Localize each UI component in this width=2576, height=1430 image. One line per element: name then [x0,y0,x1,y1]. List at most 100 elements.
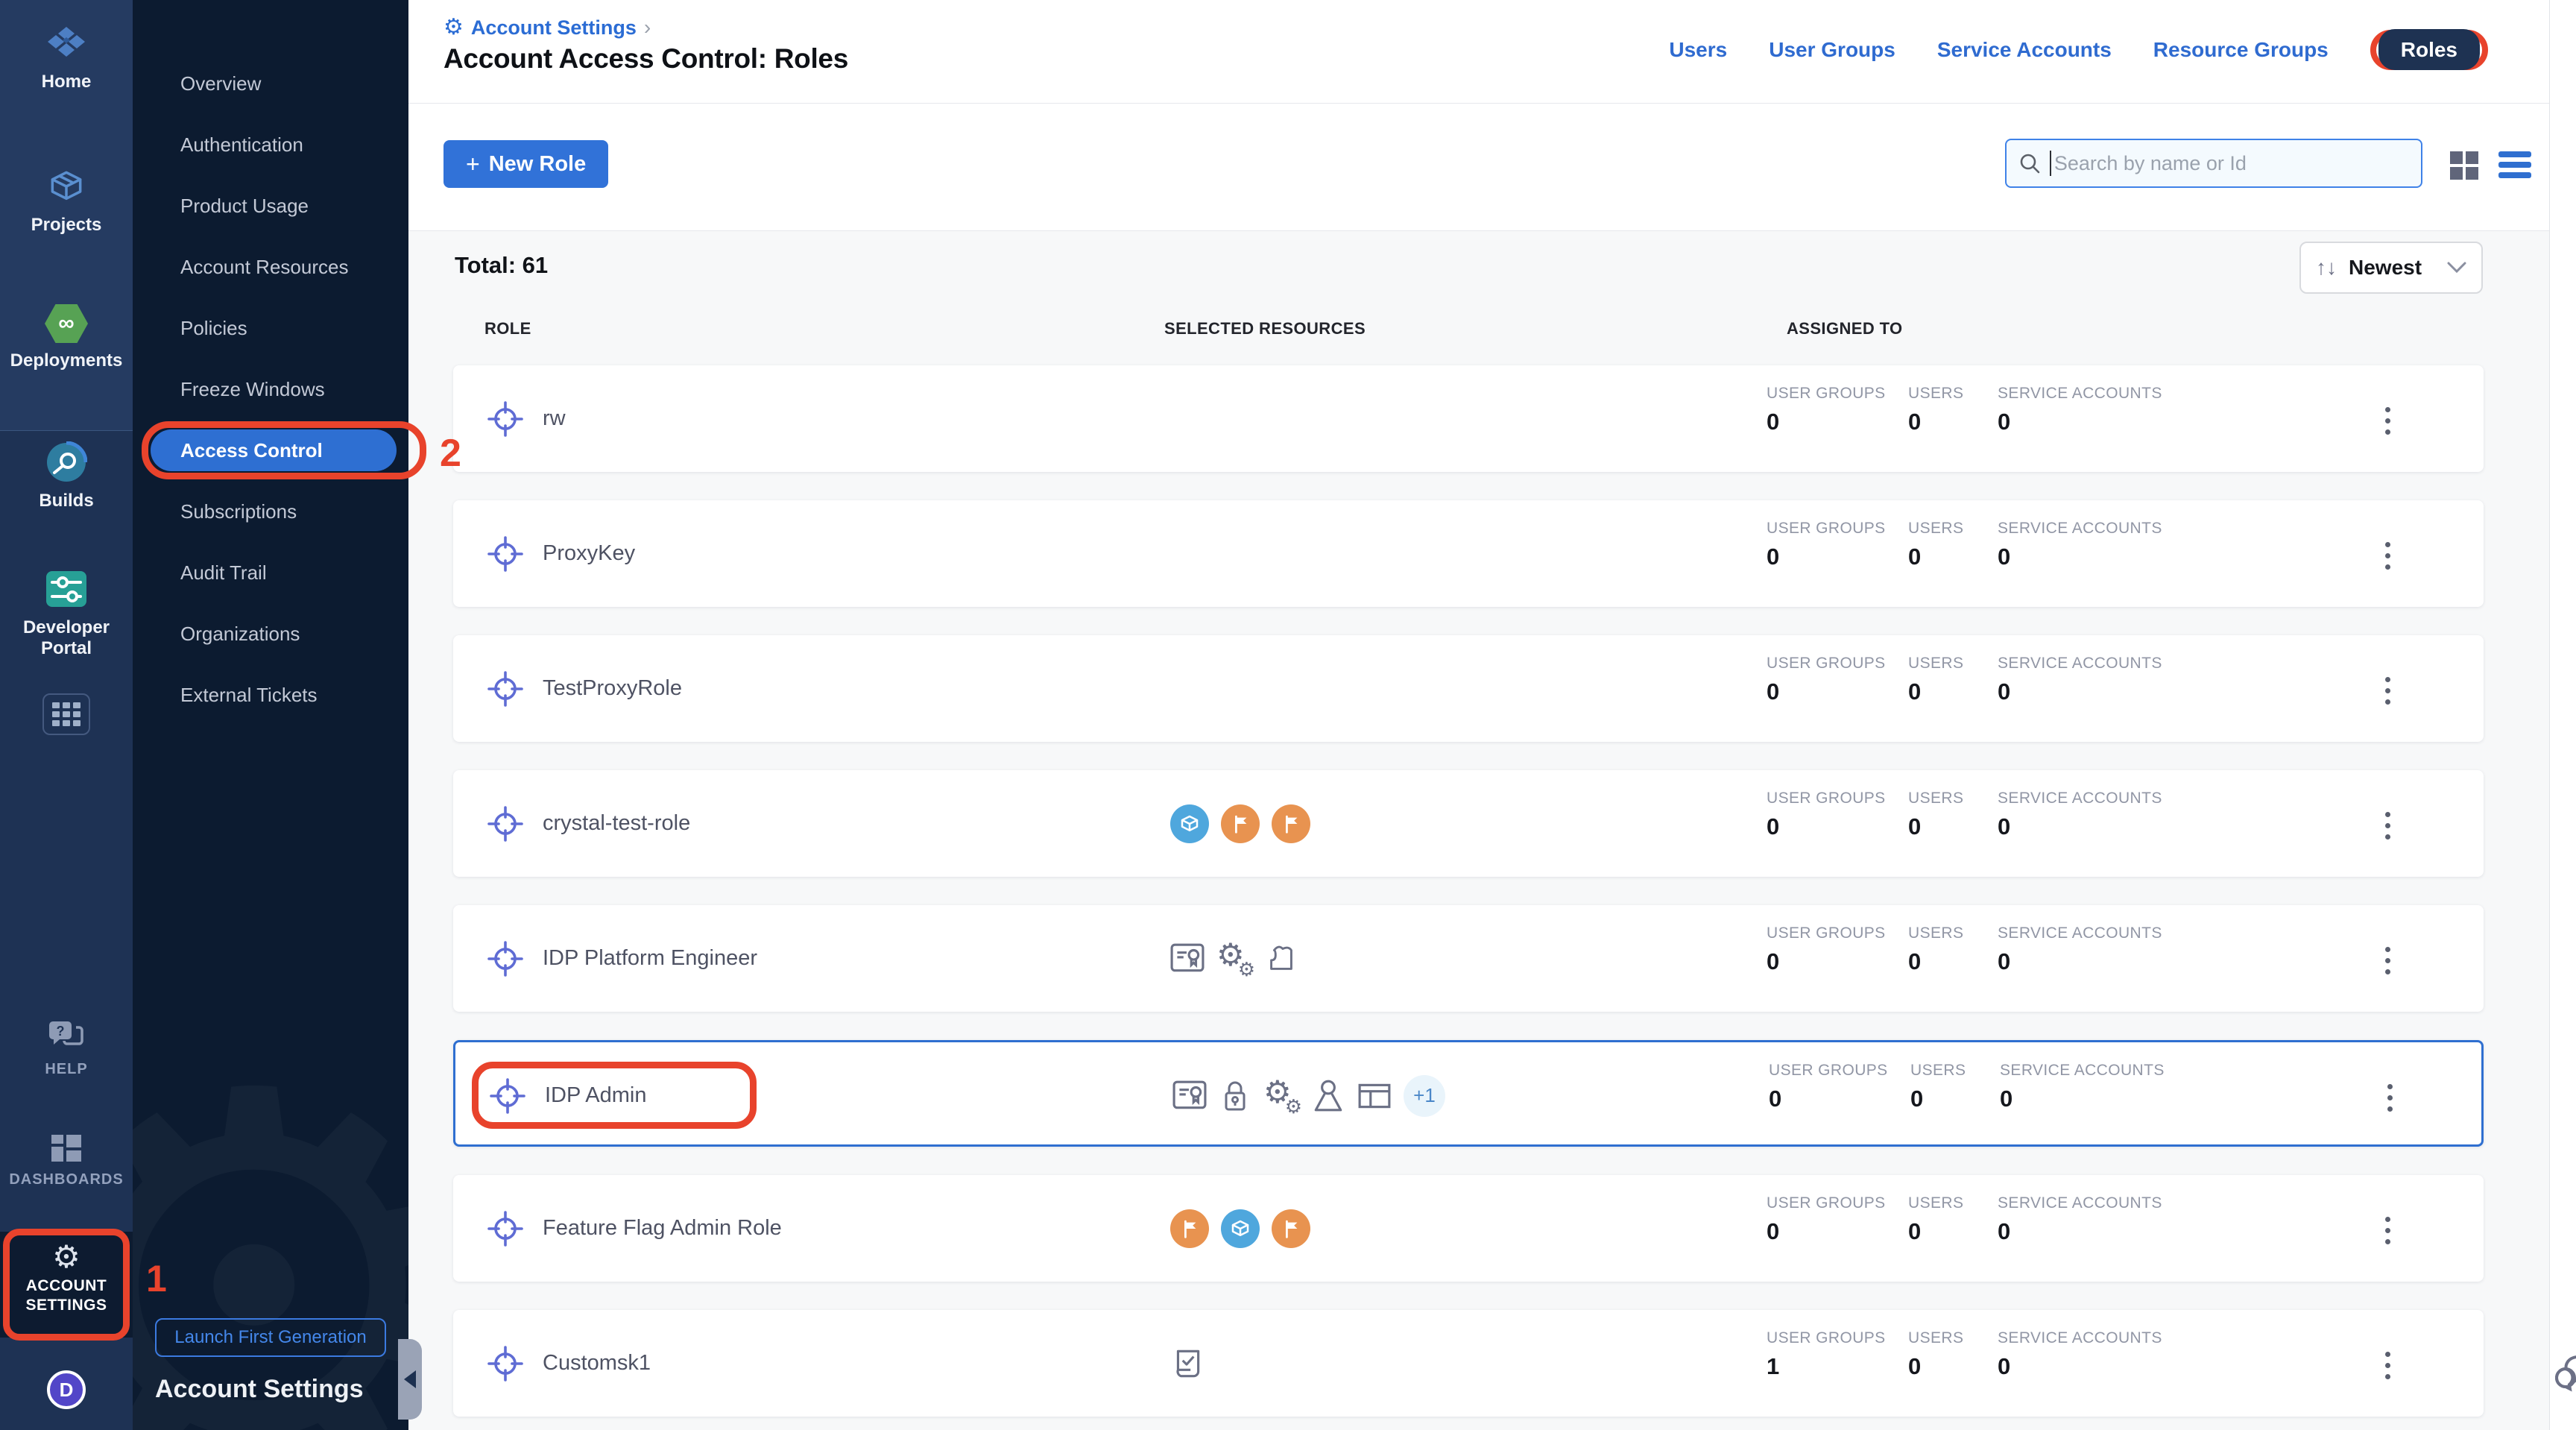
row-menu-button[interactable] [2381,942,2395,979]
support-chat-button[interactable] [2552,1348,2576,1399]
rail-label-developer-portal: Developer Portal [0,617,133,659]
launch-first-generation-button[interactable]: Launch First Generation [155,1318,386,1357]
list-view-toggle[interactable] [2497,148,2533,185]
deployments-icon: ∞ [0,304,133,343]
rail-item-deployments[interactable]: ∞ Deployments [0,304,133,371]
users-label: USERS [1908,385,1963,403]
users-label: USERS [1908,1329,1963,1347]
collapse-arrow-icon [404,1370,416,1388]
user-groups-label: USER GROUPS [1767,1329,1886,1347]
users-label: USERS [1908,925,1963,942]
sidebar-item-authentication[interactable]: Authentication [133,124,408,166]
service-accounts-label: SERVICE ACCOUNTS [1998,790,2162,807]
role-row-feature-flag-admin-role[interactable]: Feature Flag Admin Role USER GROUPS0 USE… [453,1175,2484,1282]
role-row-idp-admin[interactable]: IDP Admin ⚙⚙ +1 USER GROUPS0 USERS0 SERV… [453,1040,2484,1147]
module-switcher-button[interactable] [42,693,90,735]
tab-resource-groups[interactable]: Resource Groups [2153,38,2329,62]
tab-roles-active[interactable]: Roles [2378,29,2480,70]
rail-label-account-settings: ACCOUNT SETTINGS [0,1276,133,1315]
account-settings-gear-icon: ⚙ [0,1241,133,1273]
tab-user-groups[interactable]: User Groups [1769,38,1895,62]
search-icon [2018,152,2041,174]
search-input[interactable] [2054,152,2409,175]
new-role-button[interactable]: + New Role [443,140,608,188]
account-settings-sidebar: ⚙ Overview Authentication Product Usage … [133,0,408,1430]
row-menu-button[interactable] [2381,1212,2395,1249]
sidebar-item-policies[interactable]: Policies [133,307,408,349]
sidebar-item-external-tickets[interactable]: External Tickets [133,674,408,716]
sidebar-item-organizations[interactable]: Organizations [133,613,408,655]
breadcrumb-link[interactable]: Account Settings [471,16,637,40]
tab-service-accounts[interactable]: Service Accounts [1937,38,2112,62]
new-role-button-label: New Role [489,152,587,177]
row-menu-button[interactable] [2381,673,2395,709]
role-row-idp-platform-engineer[interactable]: IDP Platform Engineer ⚙⚙ USER GROUPS0 US… [453,905,2484,1012]
role-row-rw[interactable]: rw USER GROUPS0 USERS0 SERVICE ACCOUNTS0 [453,365,2484,472]
role-row-customsk1[interactable]: Customsk1 USER GROUPS1 USERS0 SERVICE AC… [453,1310,2484,1417]
svg-text:?: ? [57,1024,65,1039]
rail-item-developer-portal[interactable]: Developer Portal [0,568,133,659]
sidebar-item-account-resources[interactable]: Account Resources [133,246,408,288]
users-label: USERS [1908,790,1963,807]
user-avatar[interactable]: D [47,1370,86,1409]
users-label: USERS [1910,1062,1966,1080]
role-row-crystal-test-role[interactable]: crystal-test-role USER GROUPS0 USERS0 SE… [453,770,2484,877]
grid-view-toggle[interactable] [2449,150,2480,185]
sidebar-item-subscriptions[interactable]: Subscriptions [133,491,408,532]
role-row-testproxyrole[interactable]: TestProxyRole USER GROUPS0 USERS0 SERVIC… [453,635,2484,742]
users-count: 0 [1908,544,1921,570]
sidebar-item-audit-trail[interactable]: Audit Trail [133,552,408,593]
sidebar-collapse-handle[interactable] [398,1339,422,1420]
role-row-proxykey[interactable]: ProxyKey USER GROUPS0 USERS0 SERVICE ACC… [453,500,2484,607]
settings-gears-resource-icon: ⚙⚙ [1216,941,1252,977]
row-menu-button[interactable] [2381,403,2395,439]
column-header-selected-resources: SELECTED RESOURCES [1164,319,1366,338]
row-menu-button[interactable] [2381,538,2395,574]
role-name: Customsk1 [543,1351,651,1376]
search-box[interactable] [2005,139,2422,188]
user-resource-icon [1311,1079,1345,1113]
main-panel: ⚙ Account Settings › Account Access Cont… [408,0,2576,1430]
users-label: USERS [1908,1194,1963,1212]
row-menu-button[interactable] [2381,807,2395,844]
rail-item-home[interactable]: Home [0,25,133,92]
row-menu-button[interactable] [2381,1347,2395,1384]
plus-icon: + [466,151,480,178]
selected-resources [1170,1175,1310,1282]
users-label: USERS [1908,655,1963,673]
service-accounts-label: SERVICE ACCOUNTS [1998,925,2162,942]
users-count: 0 [1908,948,1921,975]
row-menu-button[interactable] [2383,1080,2397,1116]
tab-users[interactable]: Users [1669,38,1727,62]
projects-icon [0,166,133,207]
user-groups-label: USER GROUPS [1767,790,1886,807]
role-target-icon [487,1211,523,1247]
scroll-check-resource-icon [1170,1346,1205,1381]
user-groups-count: 0 [1767,544,1779,570]
rail-item-projects[interactable]: Projects [0,166,133,236]
sidebar-item-product-usage[interactable]: Product Usage [133,185,408,227]
sort-dropdown[interactable]: ↑↓ Newest [2299,242,2483,294]
rail-item-dashboards[interactable]: DASHBOARDS [0,1133,133,1190]
rail-item-help[interactable]: ? HELP [0,1020,133,1080]
dashboards-icon [0,1133,133,1163]
developer-portal-icon [0,568,133,610]
rail-label-deployments: Deployments [0,350,133,371]
rail-item-builds[interactable]: Builds [0,441,133,511]
role-target-icon [487,941,523,977]
users-count: 0 [1910,1086,1923,1112]
access-control-tabs: Users User Groups Service Accounts Resou… [1669,30,2488,70]
more-resources-badge: +1 [1404,1075,1445,1117]
annotation-box-roles-tab: Roles [2370,30,2488,70]
sidebar-item-access-control[interactable]: Access Control [151,429,397,471]
annotation-step-1: 1 [146,1257,167,1300]
sidebar-item-overview[interactable]: Overview [133,63,408,104]
sidebar-item-freeze-windows[interactable]: Freeze Windows [133,368,408,410]
column-header-assigned-to: ASSIGNED TO [1787,319,1903,338]
users-count: 0 [1908,1353,1921,1380]
plugin-resource-icon [1264,942,1298,976]
user-groups-label: USER GROUPS [1767,385,1886,403]
service-accounts-count: 0 [1998,948,2010,975]
rail-item-account-settings[interactable]: ⚙ ACCOUNT SETTINGS [0,1232,133,1338]
role-target-icon [487,806,523,842]
